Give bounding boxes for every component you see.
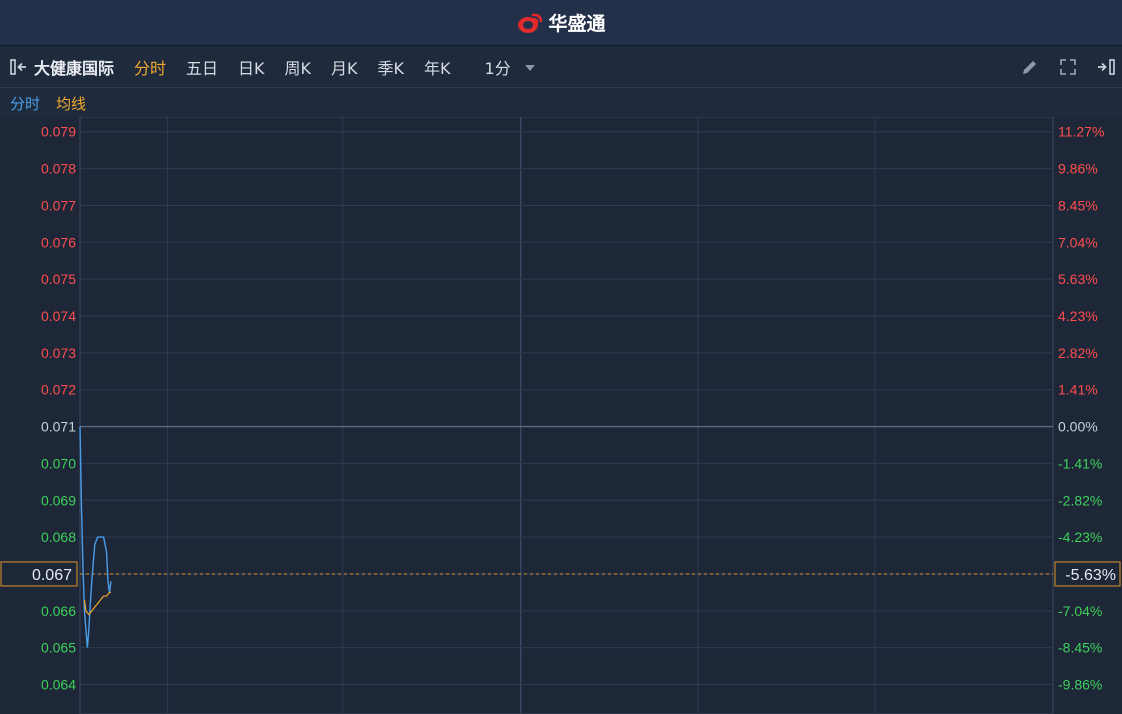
percent-tick-label: 7.04% [1058, 234, 1098, 250]
price-tick-label: 0.068 [41, 529, 76, 545]
percent-tick-label: 4.23% [1058, 308, 1098, 324]
tab-yearly-k[interactable]: 年K [424, 55, 451, 79]
tab-intraday[interactable]: 分时 [134, 55, 166, 79]
collapse-right-button[interactable] [1094, 55, 1118, 79]
legend-average-line: 均线 [56, 94, 87, 113]
percent-tick-label: 8.45% [1058, 197, 1098, 213]
percent-tick-label: 9.86% [1058, 161, 1098, 177]
top-bar: 华盛通 [0, 0, 1122, 46]
toolbar: 大健康国际 分时 五日 日K 周K 月K 季K 年K 1分 [0, 46, 1122, 88]
intraday-chart[interactable]: 0.079 11.27% 0.078 9.86% 0.077 8.45% 0.076 7.04… [0, 117, 1122, 714]
price-tick-label: 0.070 [41, 455, 76, 471]
percent-tick-label: -8.45% [1058, 640, 1102, 656]
price-tick-label: 0.078 [41, 161, 76, 177]
brand: 华盛通 [516, 9, 606, 36]
current-change-label: -5.63% [1065, 567, 1116, 584]
percent-tick-label: 2.82% [1058, 345, 1098, 361]
brand-name: 华盛通 [548, 13, 606, 35]
price-tick-label: 0.065 [41, 640, 76, 656]
price-tick-label: 0.079 [41, 124, 76, 140]
percent-tick-label: -4.23% [1058, 529, 1102, 545]
interval-value: 1分 [484, 58, 511, 78]
fullscreen-button[interactable] [1056, 55, 1080, 79]
tab-daily-k[interactable]: 日K [238, 55, 265, 79]
percent-tick-label: -1.41% [1058, 455, 1102, 471]
price-tick-label: 0.076 [41, 234, 76, 250]
collapse-left-button[interactable] [6, 46, 34, 88]
plot-area [79, 117, 1054, 714]
interval-dropdown[interactable]: 1分 [485, 55, 535, 79]
price-tick-label: 0.075 [41, 271, 76, 287]
tab-five-day[interactable]: 五日 [186, 55, 218, 79]
collapse-left-icon [10, 58, 26, 75]
brand-logo-icon [518, 13, 543, 33]
price-tick-label: 0.064 [41, 677, 76, 693]
collapse-right-icon [1098, 59, 1115, 75]
price-tick-label: 0.071 [41, 419, 76, 435]
percent-tick-label: 1.41% [1058, 382, 1098, 398]
chevron-down-icon [524, 64, 535, 71]
percent-tick-label: -2.82% [1058, 492, 1102, 508]
legend-bar: 分时 均线 [0, 89, 1122, 117]
pencil-icon [1023, 61, 1036, 74]
price-tick-label: 0.073 [41, 345, 76, 361]
tab-quarterly-k[interactable]: 季K [378, 55, 405, 79]
tab-weekly-k[interactable]: 周K [285, 55, 312, 79]
price-tick-label: 0.072 [41, 382, 76, 398]
current-price-label: 0.067 [32, 567, 72, 584]
draw-button[interactable] [1018, 55, 1042, 79]
stock-name: 大健康国际 [34, 58, 115, 78]
fullscreen-icon [1060, 59, 1076, 75]
right-tools [1018, 46, 1118, 88]
percent-tick-label: -9.86% [1058, 677, 1102, 693]
percent-tick-label: 11.27% [1058, 124, 1104, 140]
price-tick-label: 0.066 [41, 603, 76, 619]
price-tick-label: 0.074 [41, 308, 76, 324]
percent-tick-label: -7.04% [1058, 603, 1102, 619]
price-tick-label: 0.069 [41, 492, 76, 508]
tab-monthly-k[interactable]: 月K [331, 55, 358, 79]
percent-tick-label: 0.00% [1058, 419, 1098, 435]
legend-intraday: 分时 [10, 94, 41, 113]
price-tick-label: 0.077 [41, 197, 76, 213]
percent-tick-label: 5.63% [1058, 271, 1098, 287]
